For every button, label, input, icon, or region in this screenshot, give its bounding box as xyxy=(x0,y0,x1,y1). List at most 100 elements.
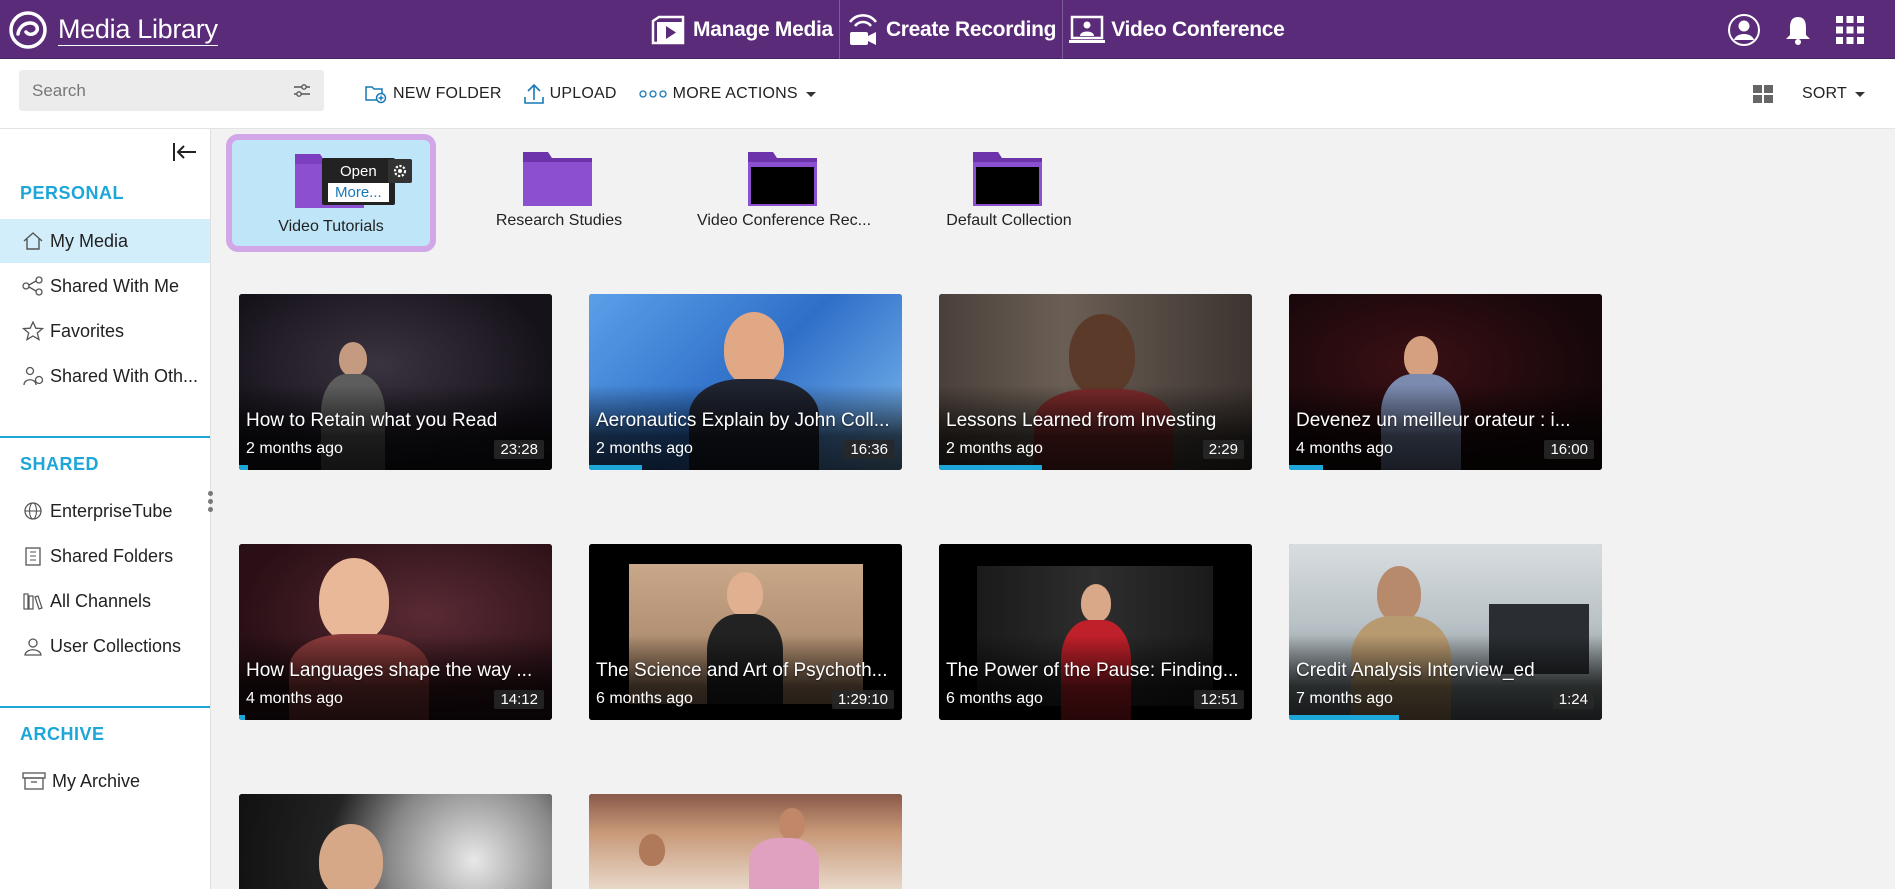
sidebar-item-user-collections[interactable]: User Collections xyxy=(0,624,210,668)
brand[interactable]: Media Library xyxy=(8,10,218,50)
nav-manage-media[interactable]: Manage Media xyxy=(643,0,839,59)
media-duration: 1:24 xyxy=(1552,690,1594,709)
upload-button[interactable]: UPLOAD xyxy=(523,83,617,105)
sidebar-item-label: Shared With Me xyxy=(50,275,180,296)
media-thumbnail xyxy=(239,794,552,889)
search-input[interactable] xyxy=(32,80,293,101)
thumb-figure xyxy=(1377,566,1421,622)
sidebar-item-label: User Collections xyxy=(50,635,182,656)
media-card[interactable]: Aeronautics Explain by John Coll... 2 mo… xyxy=(589,294,902,470)
sidebar-item-all-channels[interactable]: All Channels xyxy=(0,579,210,623)
media-card[interactable] xyxy=(589,794,902,889)
sidebar: PERSONAL My Media Shared With Me Favorit… xyxy=(0,129,211,889)
sidebar-item-shared-with-me[interactable]: Shared With Me xyxy=(0,264,210,308)
top-right-icons xyxy=(1727,0,1865,59)
folder-research-studies[interactable]: Research Studies xyxy=(454,140,664,258)
collapse-sidebar-icon[interactable] xyxy=(172,141,198,163)
sidebar-item-shared-with-others[interactable]: Shared With Oth... xyxy=(0,354,210,398)
thumb-figure xyxy=(779,808,805,840)
nav-create-recording[interactable]: Create Recording xyxy=(840,0,1062,59)
thumb-figure xyxy=(1069,314,1135,396)
media-date: 6 months ago xyxy=(946,690,1043,707)
folder-settings-button[interactable] xyxy=(388,159,412,183)
media-card[interactable]: Credit Analysis Interview_ed 7 months ag… xyxy=(1289,544,1602,720)
media-duration: 14:12 xyxy=(494,690,544,709)
user-avatar-icon[interactable] xyxy=(1727,13,1761,47)
media-date: 4 months ago xyxy=(1296,440,1393,457)
folder-icon xyxy=(973,152,1042,206)
media-title[interactable]: How Languages shape the way ... xyxy=(246,660,545,682)
media-card[interactable]: Devenez un meilleur orateur : i... 4 mon… xyxy=(1289,294,1602,470)
thumb-figure xyxy=(639,834,665,866)
folder-name: Research Studies xyxy=(495,212,623,229)
app-title[interactable]: Media Library xyxy=(58,14,218,46)
thumb-figure xyxy=(319,558,389,642)
media-card[interactable]: The Science and Art of Psychoth... 6 mon… xyxy=(589,544,902,720)
media-card[interactable] xyxy=(239,794,552,889)
folder-video-tutorials[interactable]: Open More... Video Tutorials xyxy=(226,134,436,252)
sort-button[interactable]: SORT xyxy=(1802,85,1867,103)
media-title[interactable]: The Science and Art of Psychoth... xyxy=(596,660,895,682)
sidebar-item-label: All Channels xyxy=(50,590,152,611)
building-icon xyxy=(25,547,41,566)
sidebar-item-my-media[interactable]: My Media xyxy=(0,219,210,263)
apps-grid-icon[interactable] xyxy=(1835,15,1865,45)
user-collection-icon xyxy=(24,638,42,656)
folder-more-action[interactable]: More... xyxy=(328,183,389,202)
shared-with-others-icon xyxy=(23,366,44,386)
more-dots-icon xyxy=(639,90,667,98)
grid-view-icon[interactable] xyxy=(1752,84,1774,104)
thumb-figure xyxy=(339,342,367,376)
media-title[interactable]: Credit Analysis Interview_ed xyxy=(1296,660,1595,682)
media-thumbnail xyxy=(589,794,902,889)
media-title[interactable]: Lessons Learned from Investing xyxy=(946,410,1245,432)
toolbar-actions: NEW FOLDER UPLOAD MORE ACTIONS xyxy=(365,59,818,129)
folder-default-collection[interactable]: Default Collection xyxy=(904,140,1114,258)
media-date: 7 months ago xyxy=(1296,690,1393,707)
folder-open-action[interactable]: Open xyxy=(328,161,389,182)
media-card[interactable]: The Power of the Pause: Finding... 6 mon… xyxy=(939,544,1252,720)
media-card[interactable]: How Languages shape the way ... 4 months… xyxy=(239,544,552,720)
media-play-icon xyxy=(651,15,685,44)
sidebar-item-shared-folders[interactable]: Shared Folders xyxy=(0,534,210,578)
sort-label: SORT xyxy=(1802,85,1847,102)
media-duration: 1:29:10 xyxy=(831,690,894,709)
thumb-figure xyxy=(724,312,784,386)
folder-icon xyxy=(523,152,592,206)
upload-label: UPLOAD xyxy=(549,85,617,102)
more-actions-button[interactable]: MORE ACTIONS xyxy=(639,85,818,103)
watch-progress-bar xyxy=(1289,465,1324,470)
watch-progress-bar xyxy=(239,465,249,470)
globe-icon xyxy=(24,502,42,520)
recording-icon xyxy=(848,13,877,45)
sidebar-item-favorites[interactable]: Favorites xyxy=(0,309,210,353)
folder-name: Video Tutorials xyxy=(278,218,384,235)
thumb-figure xyxy=(1404,336,1438,378)
media-title[interactable]: Aeronautics Explain by John Coll... xyxy=(596,410,895,432)
media-title[interactable]: How to Retain what you Read xyxy=(246,410,545,432)
nav-video-conference[interactable]: Video Conference xyxy=(1063,0,1290,59)
media-title[interactable]: The Power of the Pause: Finding... xyxy=(946,660,1245,682)
media-card[interactable]: Lessons Learned from Investing 2 months … xyxy=(939,294,1252,470)
media-date: 2 months ago xyxy=(246,440,343,457)
video-conference-icon xyxy=(1069,15,1106,43)
sidebar-item-enterprisetube[interactable]: EnterpriseTube xyxy=(0,489,210,533)
sidebar-item-label: Favorites xyxy=(50,320,125,341)
more-actions-label: MORE ACTIONS xyxy=(672,85,798,102)
folder-video-conference-rec[interactable]: Video Conference Rec... xyxy=(679,140,889,258)
thumb-figure xyxy=(727,572,763,616)
filter-sliders-icon[interactable] xyxy=(293,83,311,99)
bell-icon[interactable] xyxy=(1783,14,1813,46)
thumb-figure xyxy=(749,838,819,889)
folder-icon xyxy=(748,152,817,206)
media-date: 4 months ago xyxy=(246,690,343,707)
sidebar-item-my-archive[interactable]: My Archive xyxy=(0,759,210,803)
new-folder-icon xyxy=(365,86,387,104)
folder-name: Default Collection xyxy=(946,212,1072,229)
media-duration: 23:28 xyxy=(494,440,544,459)
media-card[interactable]: How to Retain what you Read 2 months ago… xyxy=(239,294,552,470)
media-title[interactable]: Devenez un meilleur orateur : i... xyxy=(1296,410,1595,432)
home-icon xyxy=(23,232,43,250)
new-folder-button[interactable]: NEW FOLDER xyxy=(365,84,502,104)
search-box xyxy=(19,70,324,111)
